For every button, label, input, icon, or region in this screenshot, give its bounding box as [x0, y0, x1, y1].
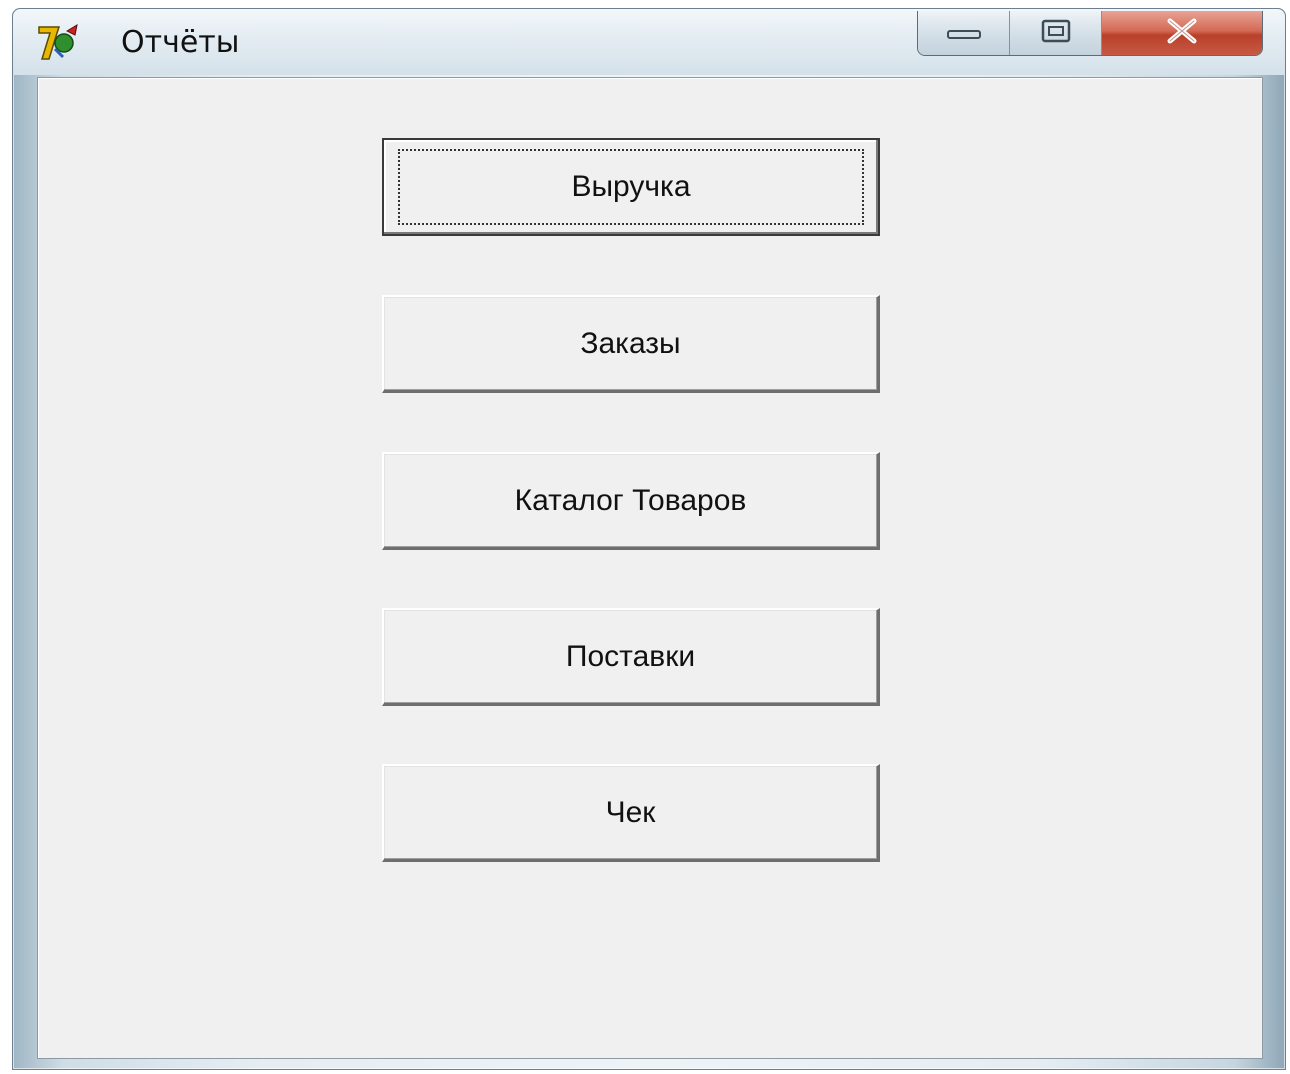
minimize-button[interactable]	[918, 11, 1010, 55]
deliveries-button-label: Поставки	[565, 639, 696, 673]
maximize-icon	[1039, 18, 1073, 48]
close-button[interactable]	[1102, 11, 1262, 55]
reports-window: Отчёты Выручка Заказы Каталог Товаров По…	[12, 8, 1286, 1070]
client-area: Выручка Заказы Каталог Товаров Поставки …	[37, 77, 1263, 1059]
close-icon	[1162, 17, 1202, 49]
orders-button-label: Заказы	[580, 326, 681, 360]
receipt-button[interactable]: Чек	[382, 764, 880, 862]
app-icon	[37, 23, 81, 63]
caption-buttons	[917, 11, 1263, 56]
title-bar[interactable]: Отчёты	[13, 9, 1285, 75]
revenue-button-label: Выручка	[571, 170, 691, 203]
window-title: Отчёты	[121, 25, 240, 60]
maximize-button[interactable]	[1010, 11, 1102, 55]
product-catalog-button[interactable]: Каталог Товаров	[382, 452, 880, 550]
minimize-icon	[944, 21, 984, 45]
product-catalog-button-label: Каталог Товаров	[514, 483, 747, 517]
orders-button[interactable]: Заказы	[382, 295, 880, 393]
revenue-button[interactable]: Выручка	[382, 138, 880, 236]
receipt-button-label: Чек	[605, 795, 656, 829]
deliveries-button[interactable]: Поставки	[382, 608, 880, 706]
